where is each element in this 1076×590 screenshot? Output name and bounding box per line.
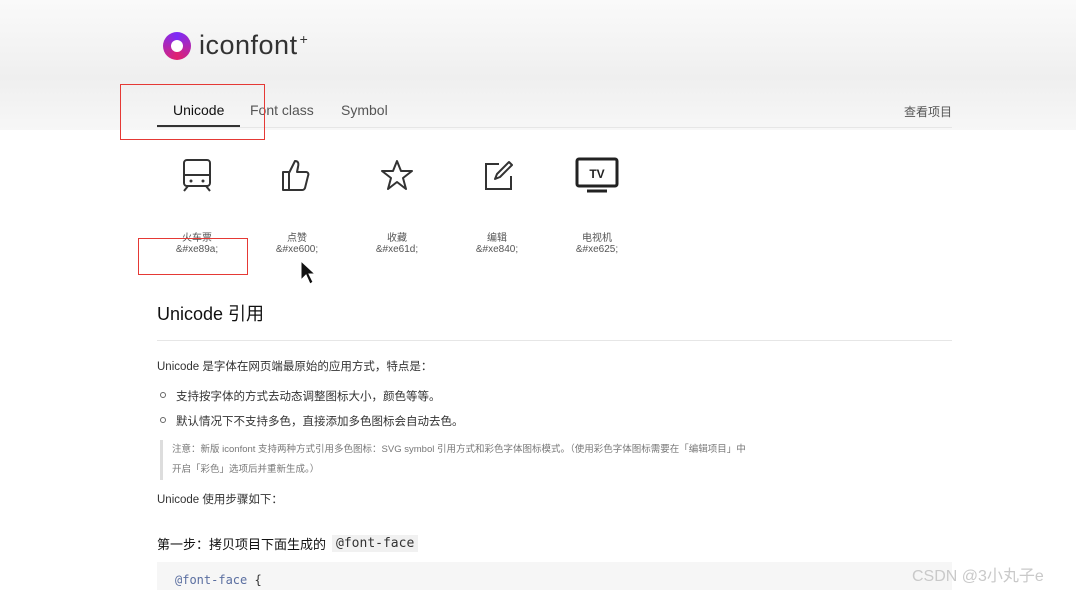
icon-name: 编辑 <box>487 233 507 244</box>
tv-icon: TV <box>575 157 619 193</box>
watermark: CSDN @3小丸子e <box>912 568 1044 585</box>
steps-intro: Unicode 使用步骤如下： <box>157 494 283 506</box>
icon-code: &#xe600; <box>275 244 319 255</box>
step-one-label: 第一步：拷贝项目下面生成的 <box>157 537 327 552</box>
icon-item-tv[interactable]: TV 电视机 &#xe625; <box>557 155 637 265</box>
step-one-heading: 第一步：拷贝项目下面生成的 @font-face <box>157 534 419 553</box>
iconfont-logo[interactable]: iconfont + <box>163 30 308 61</box>
highlight-box-code <box>138 238 248 275</box>
code-block[interactable]: @font-face { <box>157 562 952 590</box>
list-item: 支持按字体的方式去动态调整图标大小，颜色等等。 <box>160 388 464 404</box>
list-item: 默认情况下不支持多色，直接添加多色图标会自动去色。 <box>160 413 464 429</box>
note-block: 注意：新版 iconfont 支持两种方式引用多色图标：SVG symbol 引… <box>160 440 820 480</box>
icon-item-star[interactable]: 收藏 &#xe61d; <box>357 155 437 265</box>
icon-name: 点赞 <box>287 233 307 244</box>
icon-item-thumbs-up[interactable]: 点赞 &#xe600; <box>257 155 337 265</box>
icon-name: 电视机 <box>582 233 612 244</box>
highlight-box-tab <box>120 84 265 140</box>
edit-icon <box>485 161 513 190</box>
star-icon <box>381 160 413 190</box>
tab-bar: Unicode Font class Symbol 查看项目 <box>157 96 952 128</box>
mouse-cursor-icon <box>300 260 316 285</box>
step-one-code: @font-face <box>332 535 419 552</box>
code-keyword: @font-face <box>175 573 248 587</box>
brand-name: iconfont <box>199 30 298 60</box>
view-project-link[interactable]: 查看项目 <box>904 103 952 120</box>
note-line: 注意：新版 iconfont 支持两种方式引用多色图标：SVG symbol 引… <box>172 444 746 455</box>
note-line: 开启「彩色」选项后并重新生成。） <box>172 464 320 475</box>
tv-icon-label: TV <box>589 167 604 181</box>
tab-symbol[interactable]: Symbol <box>341 102 388 118</box>
icon-code: &#xe61d; <box>375 244 419 255</box>
brand-suffix: + <box>299 30 308 47</box>
section-divider <box>157 340 952 341</box>
section-title: Unicode 引用 <box>157 304 265 324</box>
iconfont-logo-icon <box>163 31 191 60</box>
icon-item-edit[interactable]: 编辑 &#xe840; <box>457 155 537 265</box>
feature-list: 支持按字体的方式去动态调整图标大小，颜色等等。 默认情况下不支持多色，直接添加多… <box>160 388 464 438</box>
thumbs-up-icon <box>282 160 310 191</box>
icon-code: &#xe840; <box>475 244 519 255</box>
intro-text: Unicode 是字体在网页端最原始的应用方式，特点是： <box>157 361 433 373</box>
train-ticket-icon <box>183 159 211 192</box>
code-brace: { <box>254 573 262 587</box>
icon-code: &#xe625; <box>575 244 619 255</box>
icon-name: 收藏 <box>387 233 407 244</box>
